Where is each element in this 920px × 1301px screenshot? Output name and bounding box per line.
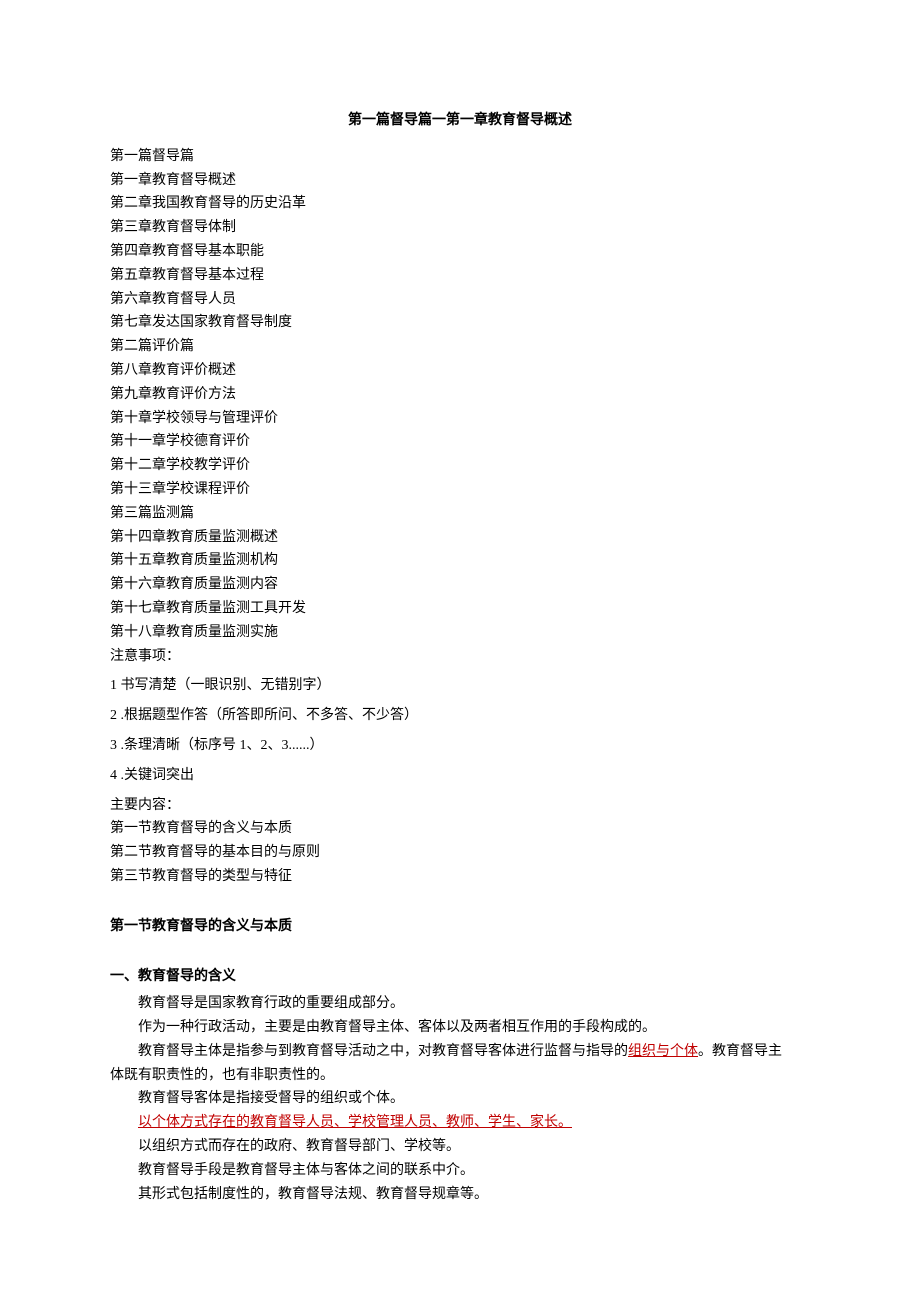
- paragraph: 教育督导客体是指接受督导的组织或个体。: [110, 1087, 810, 1111]
- toc-item: 第十四章教育质量监测概述: [110, 526, 810, 550]
- toc-item: 第十七章教育质量监测工具开发: [110, 597, 810, 621]
- toc-item: 第七章发达国家教育督导制度: [110, 311, 810, 335]
- paragraph-text: 教育督导主体是指参与到教育督导活动之中，对教育督导客体进行监督与指导的: [138, 1044, 628, 1059]
- paragraph: 作为一种行政活动，主要是由教育督导主体、客体以及两者相互作用的手段构成的。: [110, 1016, 810, 1040]
- document-title: 第一篇督导篇一第一章教育督导概述: [110, 109, 810, 133]
- highlight-text: 组织与个体: [628, 1044, 698, 1059]
- toc-item: 第五章教育督导基本过程: [110, 264, 810, 288]
- notes-label: 注意事项：: [110, 645, 810, 669]
- toc-item: 第一章教育督导概述: [110, 169, 810, 193]
- sub-heading: 一、教育督导的含义: [110, 965, 810, 989]
- note-item: 4 .关键词突出: [110, 764, 810, 788]
- toc-item: 第十六章教育质量监测内容: [110, 573, 810, 597]
- toc-item: 第四章教育督导基本职能: [110, 240, 810, 264]
- toc-item: 第十章学校领导与管理评价: [110, 407, 810, 431]
- toc-item: 第九章教育评价方法: [110, 383, 810, 407]
- paragraph: 教育督导手段是教育督导主体与客体之间的联系中介。: [110, 1159, 810, 1183]
- document-page: 第一篇督导篇一第一章教育督导概述 第一篇督导篇 第一章教育督导概述 第二章我国教…: [0, 0, 920, 1301]
- note-item: 2 .根据题型作答（所答即所问、不多答、不少答）: [110, 704, 810, 728]
- main-contents-item: 第三节教育督导的类型与特征: [110, 865, 810, 889]
- paragraph: 教育督导是国家教育行政的重要组成部分。: [110, 992, 810, 1016]
- toc-item: 第一篇督导篇: [110, 145, 810, 169]
- toc-item: 第八章教育评价概述: [110, 359, 810, 383]
- toc-item: 第十一章学校德育评价: [110, 430, 810, 454]
- paragraph: 教育督导主体是指参与到教育督导活动之中，对教育督导客体进行监督与指导的组织与个体…: [110, 1040, 810, 1064]
- toc-item: 第六章教育督导人员: [110, 288, 810, 312]
- paragraph: 体既有职责性的，也有非职责性的。: [110, 1064, 810, 1088]
- paragraph-text: 。教育督导主: [698, 1044, 782, 1059]
- paragraph: 其形式包括制度性的，教育督导法规、教育督导规章等。: [110, 1183, 810, 1207]
- main-contents-label: 主要内容：: [110, 794, 810, 818]
- paragraph: 以个体方式存在的教育督导人员、学校管理人员、教师、学生、家长。: [110, 1111, 810, 1135]
- paragraph: 以组织方式而存在的政府、教育督导部门、学校等。: [110, 1135, 810, 1159]
- main-contents-item: 第二节教育督导的基本目的与原则: [110, 841, 810, 865]
- note-item: 1 书写清楚（一眼识别、无错别字）: [110, 674, 810, 698]
- highlight-text: 以个体方式存在的教育督导人员、学校管理人员、教师、学生、家长。: [138, 1115, 572, 1130]
- note-item: 3 .条理清晰（标序号 1、2、3......）: [110, 734, 810, 758]
- toc-item: 第十八章教育质量监测实施: [110, 621, 810, 645]
- section-heading: 第一节教育督导的含义与本质: [110, 915, 810, 939]
- toc-item: 第三章教育督导体制: [110, 216, 810, 240]
- toc-item: 第二篇评价篇: [110, 335, 810, 359]
- toc-item: 第十二章学校教学评价: [110, 454, 810, 478]
- toc-item: 第二章我国教育督导的历史沿革: [110, 192, 810, 216]
- toc-item: 第十三章学校课程评价: [110, 478, 810, 502]
- toc-item: 第十五章教育质量监测机构: [110, 549, 810, 573]
- toc-item: 第三篇监测篇: [110, 502, 810, 526]
- main-contents-item: 第一节教育督导的含义与本质: [110, 817, 810, 841]
